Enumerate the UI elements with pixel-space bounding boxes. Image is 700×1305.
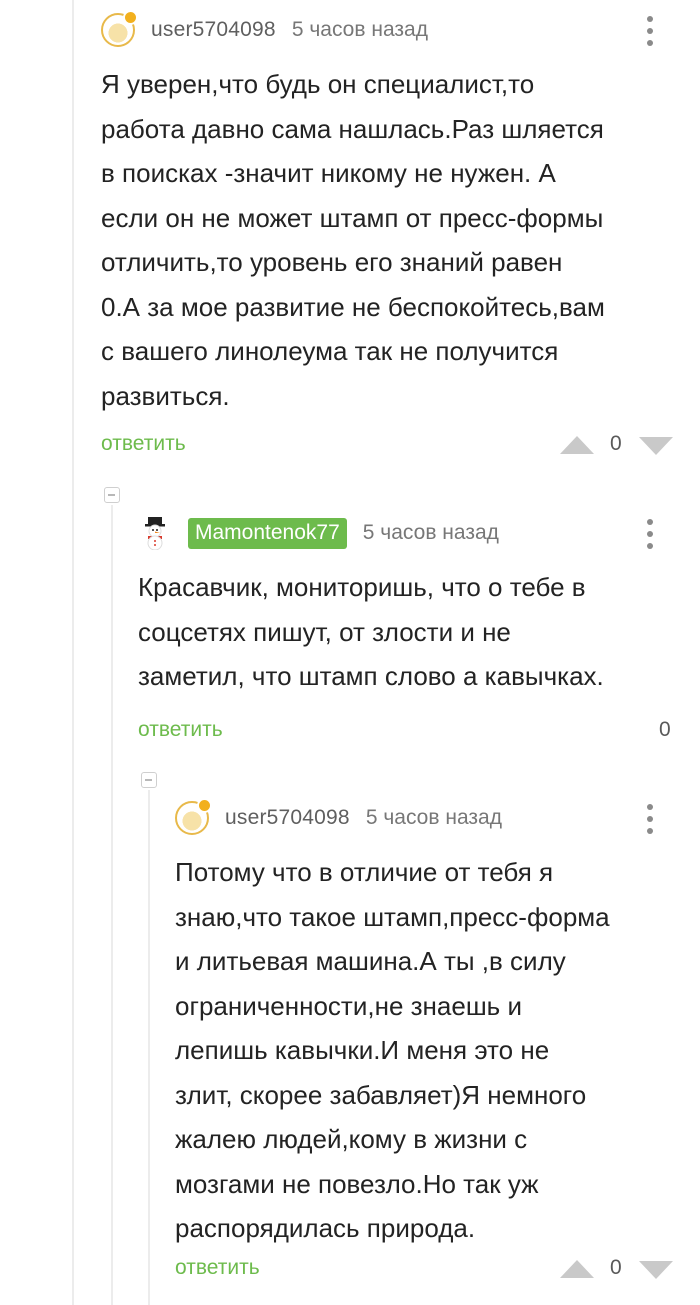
comment-actions: ответить 0 (138, 716, 698, 746)
upvote-icon[interactable] (560, 1260, 594, 1278)
online-dot (197, 798, 212, 813)
timestamp[interactable]: 5 часов назад (292, 18, 428, 42)
username[interactable]: user5704098 (151, 18, 276, 42)
comment-thread: user5704098 5 часов назад Я уверен,что б… (0, 0, 700, 1305)
rating-count: 0 (610, 432, 622, 455)
comment: Mamontenok77 5 часов назад Красавчик, мо… (138, 515, 700, 755)
timestamp[interactable]: 5 часов назад (366, 806, 502, 830)
thread-line (111, 505, 113, 1305)
thread-line (148, 790, 150, 1305)
username[interactable]: Mamontenok77 (188, 517, 347, 549)
reply-button[interactable]: ответить (138, 718, 223, 742)
online-dot (123, 10, 138, 25)
comment-header: user5704098 5 часов назад (175, 798, 502, 836)
rating-count: 0 (659, 718, 671, 741)
reply-button[interactable]: ответить (175, 1256, 260, 1280)
more-options-icon[interactable] (640, 14, 660, 48)
comment-text: Красавчик, мониторишь, что о тебе в соцс… (138, 572, 604, 691)
comment-header: user5704098 5 часов назад (101, 10, 428, 48)
upvote-icon[interactable] (560, 436, 594, 454)
snowman-icon (145, 517, 165, 550)
avatar[interactable] (138, 516, 172, 550)
collapse-thread-button[interactable] (104, 487, 120, 503)
more-options-icon[interactable] (640, 802, 660, 836)
comment-text: Я уверен,что будь он специалист,то работ… (101, 69, 605, 411)
comment-text: Потому что в отличие от тебя я знаю,что … (175, 857, 610, 1243)
comment-actions: ответить 0 (175, 1254, 695, 1284)
downvote-icon[interactable] (639, 437, 673, 455)
comment: user5704098 5 часов назад Потому что в о… (175, 798, 700, 1300)
collapse-thread-button[interactable] (141, 772, 157, 788)
comment-header: Mamontenok77 5 часов назад (138, 515, 499, 551)
thread-line (72, 0, 74, 1305)
comment-actions: ответить 0 (101, 430, 696, 460)
avatar[interactable] (101, 10, 138, 47)
more-options-icon[interactable] (640, 517, 660, 551)
timestamp[interactable]: 5 часов назад (363, 521, 499, 545)
rating-count: 0 (610, 1256, 622, 1279)
downvote-icon[interactable] (639, 1261, 673, 1279)
reply-button[interactable]: ответить (101, 432, 186, 456)
comment: user5704098 5 часов назад Я уверен,что б… (101, 10, 700, 472)
avatar[interactable] (175, 798, 212, 835)
username[interactable]: user5704098 (225, 806, 350, 830)
